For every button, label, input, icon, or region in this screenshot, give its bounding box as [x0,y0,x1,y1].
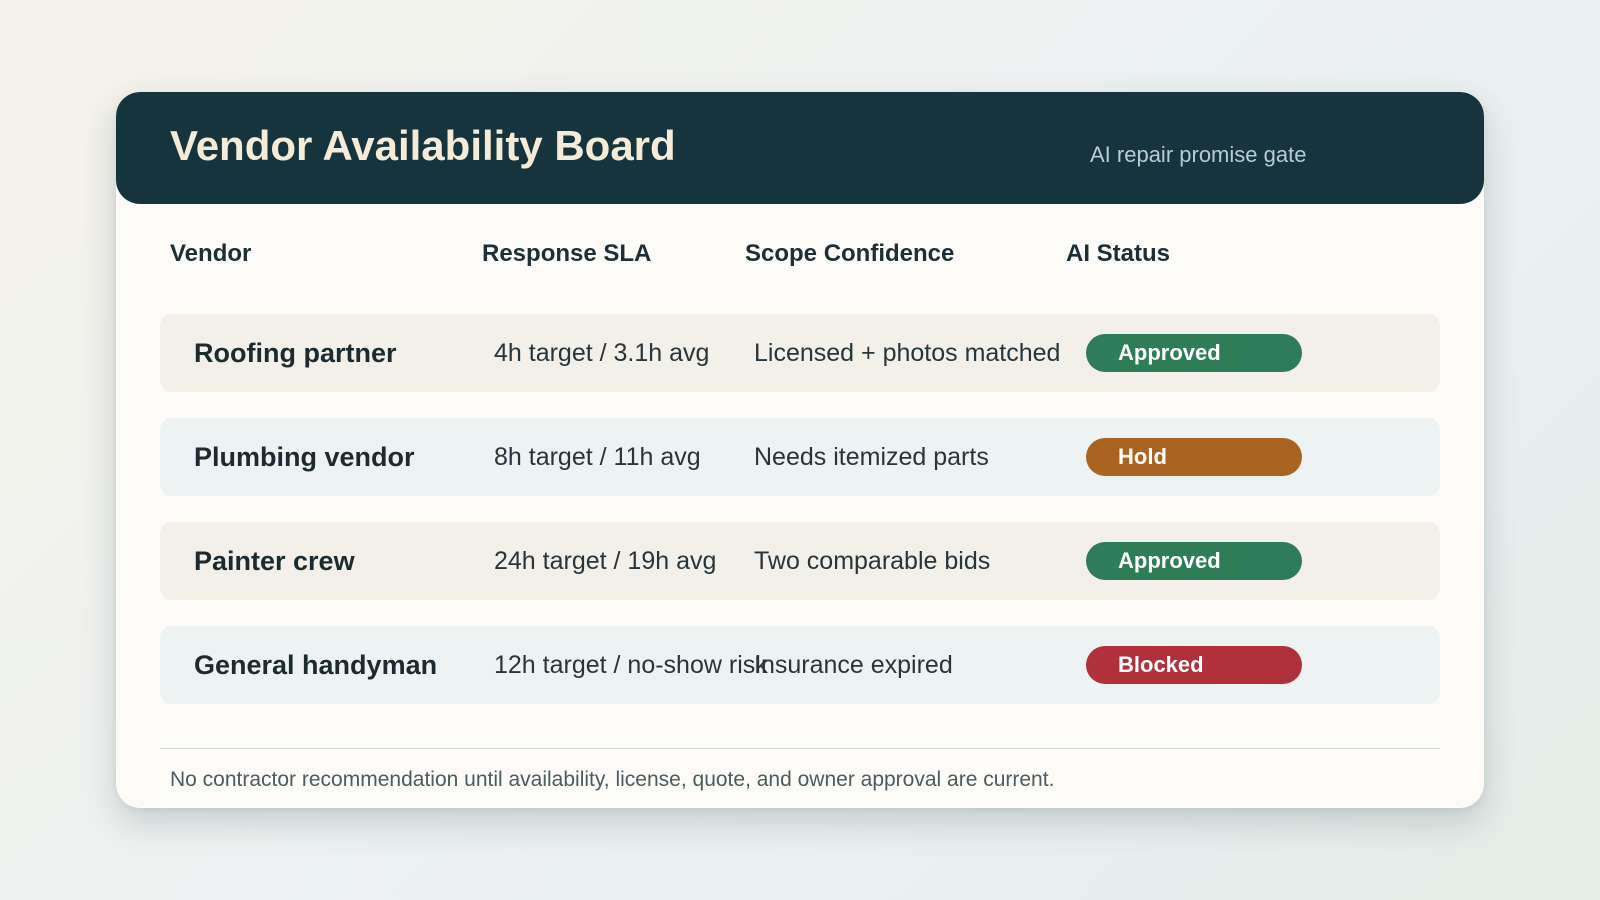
vendor-name: Painter crew [194,546,355,576]
vendor-board-card: Vendor Availability Board AI repair prom… [116,92,1484,808]
status-badge: Blocked [1086,646,1302,684]
footer-divider [160,748,1440,749]
scope-confidence: Licensed + photos matched [754,339,1061,367]
vendor-name: Plumbing vendor [194,442,415,472]
status-badge: Approved [1086,542,1302,580]
status-badge: Hold [1086,438,1302,476]
table-row[interactable]: Painter crew 24h target / 19h avg Two co… [160,522,1440,600]
vendor-name: General handyman [194,650,438,680]
page-subtitle: AI repair promise gate [1090,142,1307,167]
status-badge: Approved [1086,334,1302,372]
page-title: Vendor Availability Board [170,122,676,169]
vendor-name: Roofing partner [194,338,397,368]
table-row[interactable]: Roofing partner 4h target / 3.1h avg Lic… [160,314,1440,392]
column-header-scope: Scope Confidence [745,240,955,267]
scope-confidence: Needs itemized parts [754,443,989,471]
policy-footnote: No contractor recommendation until avail… [170,768,1055,791]
column-header-sla: Response SLA [482,240,652,267]
response-sla: 12h target / no-show risk [494,651,768,679]
column-header-vendor: Vendor [170,240,252,267]
board-header: Vendor Availability Board AI repair prom… [116,92,1484,204]
column-header-status: AI Status [1066,240,1171,267]
response-sla: 24h target / 19h avg [494,547,717,575]
response-sla: 8h target / 11h avg [494,443,701,471]
scope-confidence: Insurance expired [754,651,953,679]
table-row[interactable]: Plumbing vendor 8h target / 11h avg Need… [160,418,1440,496]
scope-confidence: Two comparable bids [754,547,991,575]
response-sla: 4h target / 3.1h avg [494,339,710,367]
table-row[interactable]: General handyman 12h target / no-show ri… [160,626,1440,704]
